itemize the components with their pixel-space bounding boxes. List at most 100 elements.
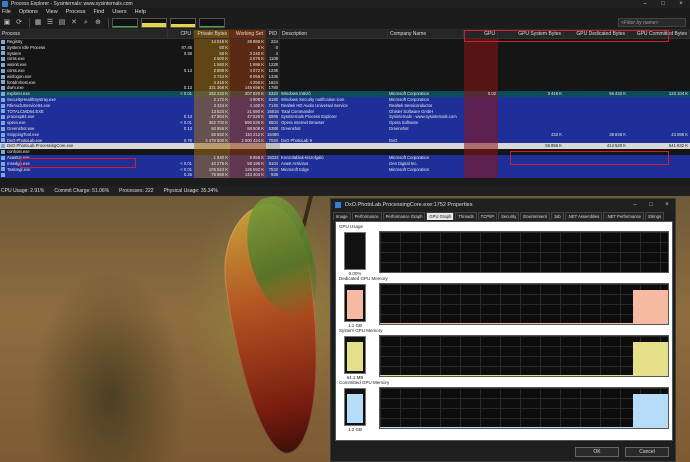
cpu-minigraph[interactable] bbox=[112, 17, 138, 28]
history-graph bbox=[379, 335, 669, 377]
find-icon[interactable]: ⌕ bbox=[81, 18, 91, 28]
dialog-minimize-icon[interactable]: – bbox=[627, 202, 643, 208]
commit-charge: Commit Charge: 51.06% bbox=[54, 188, 110, 194]
cell-gded bbox=[564, 172, 628, 178]
save-icon[interactable]: ▣ bbox=[2, 18, 12, 28]
commit-minigraph[interactable] bbox=[141, 17, 167, 28]
tab-threads[interactable]: Threads bbox=[455, 212, 477, 220]
tab-security[interactable]: Security bbox=[498, 212, 520, 220]
tab-performance[interactable]: Performance bbox=[351, 212, 382, 220]
graph-section: System GPU Memory 64.1 MB bbox=[339, 328, 671, 380]
graph-baseline bbox=[380, 427, 633, 428]
process-icon bbox=[1, 109, 5, 114]
process-name-cell bbox=[0, 172, 168, 178]
tab-performance-graph[interactable]: Performance Graph bbox=[382, 212, 426, 220]
tab-environment[interactable]: Environment bbox=[520, 212, 550, 220]
tab-tcp-ip[interactable]: TCP/IP bbox=[477, 212, 498, 220]
minimize-icon[interactable]: – bbox=[636, 1, 654, 7]
target-icon[interactable]: ⊕ bbox=[93, 18, 103, 28]
toolbar: ▣ ⟳ ▦ ☰ ▤ ✕ ⌕ ⊕ <Filter by name> bbox=[0, 16, 690, 30]
physical-minigraph[interactable] bbox=[170, 17, 196, 28]
menu-item-find[interactable]: Find bbox=[94, 9, 105, 15]
dialog-tabs: Image Performance Performance Graph GPU Gra… bbox=[331, 211, 675, 220]
tab-job[interactable]: Job bbox=[550, 212, 564, 220]
graph-value: 1.2 GB bbox=[347, 427, 362, 432]
graph-section: GPU Usage 0.00% bbox=[339, 224, 671, 276]
dialog-buttons: OK Cancel bbox=[569, 447, 669, 457]
cell-gsys bbox=[498, 172, 564, 178]
maximize-icon[interactable]: □ bbox=[654, 1, 672, 7]
pe-titlebar: Process Explorer - Sysinternals: www.sys… bbox=[0, 0, 690, 8]
tab--net-performance[interactable]: .NET Performance bbox=[603, 212, 645, 220]
tab-image[interactable]: Image bbox=[333, 212, 351, 220]
history-graph bbox=[379, 283, 669, 325]
column-header-pid[interactable]: PID bbox=[266, 30, 280, 38]
process-icon bbox=[1, 80, 5, 85]
menu-item-process[interactable]: Process bbox=[66, 9, 86, 15]
process-icon bbox=[1, 57, 5, 62]
process-icon bbox=[1, 150, 5, 155]
cell-priv: 75 880 K bbox=[194, 172, 230, 179]
graph-label: GPU Usage bbox=[339, 224, 364, 229]
system-info-icon[interactable]: ▦ bbox=[33, 18, 43, 28]
dialog-close-icon[interactable]: × bbox=[659, 202, 675, 208]
history-graph bbox=[379, 387, 669, 429]
gpu-values-highlight bbox=[510, 151, 669, 165]
cancel-button[interactable]: Cancel bbox=[625, 447, 669, 457]
ok-button[interactable]: OK bbox=[575, 447, 619, 457]
process-icon bbox=[1, 92, 5, 97]
cell-ws: 143 404 K bbox=[230, 172, 266, 179]
process-icon bbox=[1, 132, 5, 137]
column-header-working-set[interactable]: Working Set bbox=[230, 30, 266, 38]
process-icon bbox=[1, 103, 5, 108]
menu-item-options[interactable]: Options bbox=[19, 9, 38, 15]
process-row[interactable]: 0.25 75 880 K 143 404 K 936 bbox=[0, 172, 690, 179]
dialog-window-controls: – □ × bbox=[627, 202, 675, 208]
dll-view-icon[interactable]: ▤ bbox=[57, 18, 67, 28]
filter-input[interactable]: <Filter by name> bbox=[618, 18, 686, 27]
process-icon bbox=[1, 167, 5, 172]
column-header-description[interactable]: Description bbox=[280, 30, 388, 38]
refresh-icon[interactable]: ⟳ bbox=[14, 18, 24, 28]
process-icon bbox=[1, 144, 5, 149]
tab--net-assemblies[interactable]: .NET Assemblies bbox=[564, 212, 603, 220]
selected-process-highlight bbox=[20, 158, 136, 168]
menu-item-view[interactable]: View bbox=[46, 9, 58, 15]
process-icon bbox=[1, 45, 5, 50]
kill-process-icon[interactable]: ✕ bbox=[69, 18, 79, 28]
process-icon bbox=[1, 86, 5, 91]
processes-count: Processes: 222 bbox=[119, 188, 154, 194]
graph-label: System GPU Memory bbox=[339, 328, 383, 333]
column-header-private-bytes[interactable]: Private Bytes bbox=[194, 30, 230, 38]
close-icon[interactable]: × bbox=[672, 1, 690, 7]
process-icon bbox=[1, 63, 5, 68]
graph-label: Committed GPU Memory bbox=[339, 380, 390, 385]
graph-level-box bbox=[344, 284, 366, 322]
dxo-icon bbox=[335, 202, 341, 208]
cell-desc bbox=[280, 172, 388, 178]
graph-level-box bbox=[344, 388, 366, 426]
cell-cpu: 0.25 bbox=[183, 172, 192, 178]
menu-item-file[interactable]: File bbox=[2, 9, 11, 15]
column-header-company-name[interactable]: Company Name bbox=[388, 30, 464, 38]
process-icon bbox=[1, 68, 5, 73]
column-header-cpu[interactable]: CPU bbox=[168, 30, 194, 38]
io-minigraph[interactable] bbox=[199, 17, 225, 28]
process-explorer-window: Process Explorer - Sysinternals: www.sys… bbox=[0, 0, 690, 196]
gpu-graph-panel: GPU Usage 0.00% Dedicated GPU Memory 1.1 GB… bbox=[335, 221, 673, 441]
graph-recent-bar bbox=[633, 342, 668, 376]
tree-icon[interactable]: ☰ bbox=[45, 18, 55, 28]
graph-level-fill bbox=[347, 290, 363, 319]
menu-item-users[interactable]: Users bbox=[112, 9, 126, 15]
column-header-process[interactable]: Process bbox=[0, 30, 168, 38]
history-graph bbox=[379, 231, 669, 273]
dialog-maximize-icon[interactable]: □ bbox=[643, 202, 659, 208]
tab-strings[interactable]: Strings bbox=[645, 212, 665, 220]
tab-gpu-graph[interactable]: GPU Graph bbox=[426, 212, 455, 220]
process-icon bbox=[1, 173, 5, 178]
graph-section: Committed GPU Memory 1.2 GB bbox=[339, 380, 671, 432]
graph-baseline bbox=[380, 375, 633, 376]
cell-comp bbox=[388, 172, 464, 178]
menu-item-help[interactable]: Help bbox=[135, 9, 146, 15]
cpu-usage: CPU Usage: 2.91% bbox=[1, 188, 45, 194]
